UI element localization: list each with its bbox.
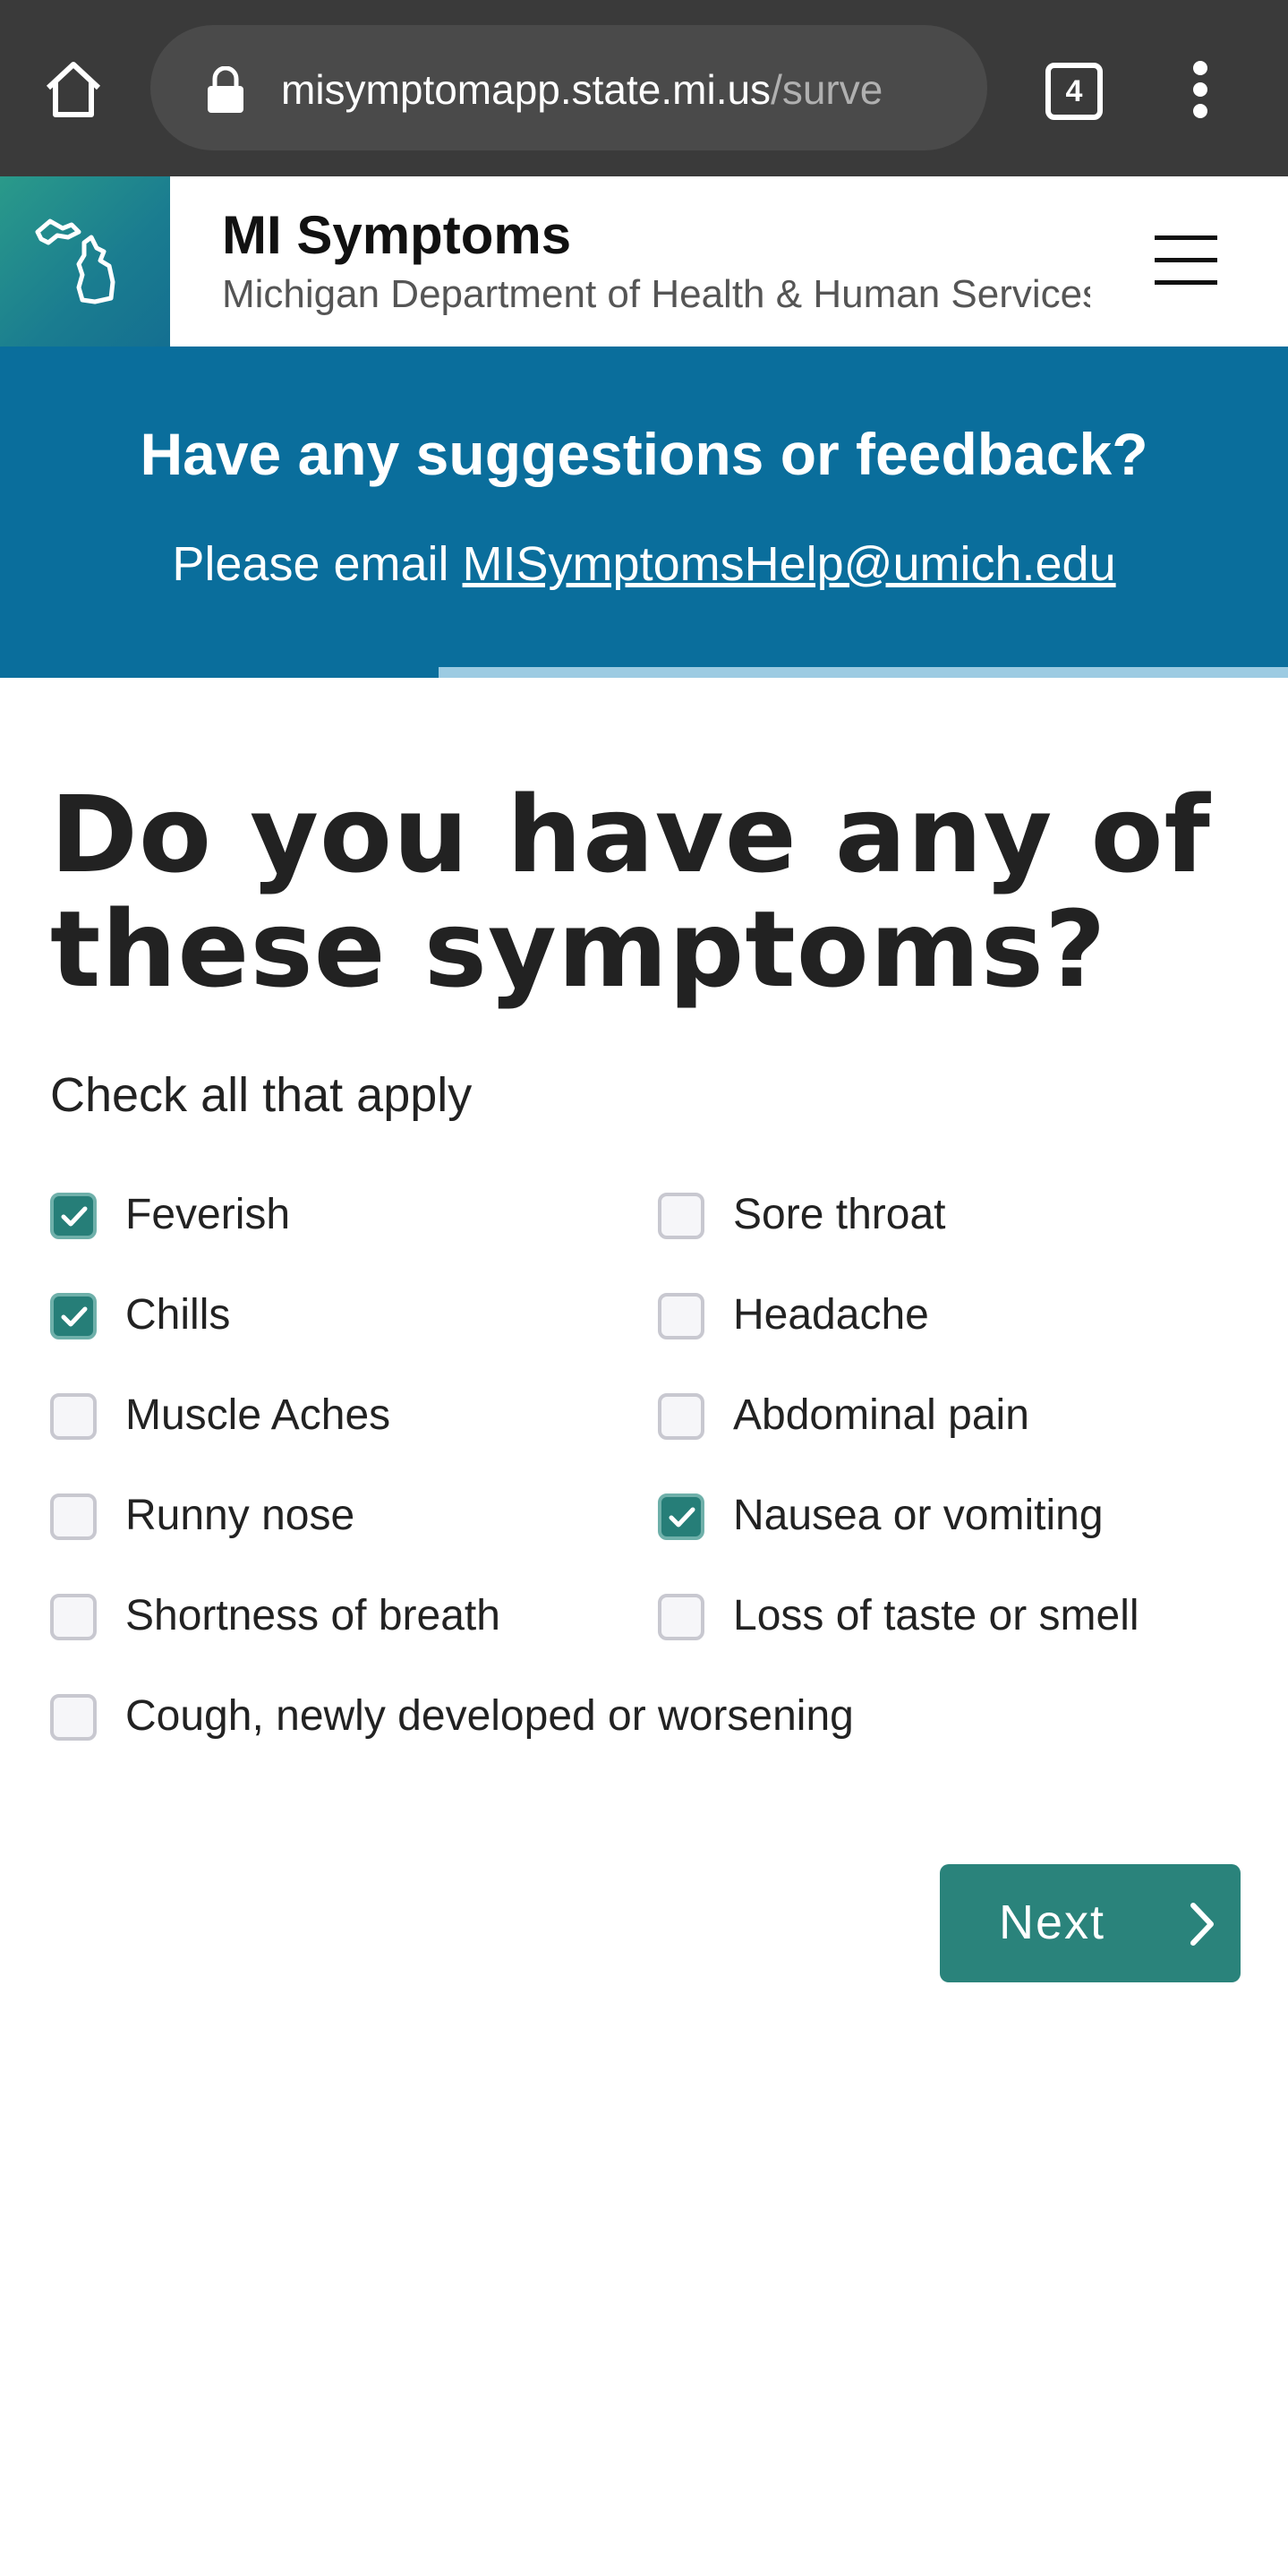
symptom-label: Muscle Aches [125,1391,391,1439]
michigan-logo[interactable] [0,176,170,347]
symptom-option[interactable]: Sore throat [658,1184,1231,1255]
more-menu-icon[interactable] [1187,61,1214,118]
symptom-option[interactable]: Nausea or vomiting [658,1485,1231,1556]
symptom-label: Loss of taste or smell [733,1592,1139,1639]
lock-icon [208,66,243,113]
url-path: /surve [771,66,883,113]
checkbox-unchecked[interactable] [50,1594,97,1640]
site-title: MI Symptoms [222,205,572,265]
feedback-email-line: Please email MISymptomsHelp@umich.edu [0,535,1288,594]
tab-switcher-button[interactable]: 4 [1045,63,1103,120]
progress-bar [439,667,1288,678]
checkmark-icon [61,1306,88,1327]
hamburger-menu-icon[interactable] [1155,235,1223,289]
symptom-option[interactable]: Headache [658,1284,1231,1356]
feedback-email-link[interactable]: MISymptomsHelp@umich.edu [463,537,1116,591]
site-subtitle: Michigan Department of Health & Human Se… [222,272,1090,316]
url-host: misymptomapp.state.mi.us [281,66,772,113]
next-button-label: Next [999,1896,1106,1949]
question-hint: Check all that apply [50,1068,473,1122]
checkmark-icon [669,1507,695,1528]
home-icon[interactable] [41,57,106,122]
checkbox-checked[interactable] [50,1193,97,1239]
symptom-option[interactable]: Muscle Aches [50,1384,623,1456]
checkbox-unchecked[interactable] [50,1694,97,1741]
browser-toolbar: misymptomapp.state.mi.us/surve 4 [0,0,1288,176]
symptom-option[interactable]: Cough, newly developed or worsening [50,1685,1214,1757]
symptom-option[interactable]: Chills [50,1284,623,1356]
symptom-label: Runny nose [125,1492,355,1539]
checkbox-unchecked[interactable] [658,1193,704,1239]
checkbox-checked[interactable] [50,1293,97,1339]
symptom-option[interactable]: Shortness of breath [50,1585,623,1656]
symptom-label: Headache [733,1291,929,1339]
symptom-label: Cough, newly developed or worsening [125,1692,854,1740]
symptom-option[interactable]: Abdominal pain [658,1384,1231,1456]
symptom-label: Feverish [125,1191,291,1238]
checkbox-unchecked[interactable] [50,1393,97,1440]
checkbox-checked[interactable] [658,1493,704,1540]
symptom-option[interactable]: Feverish [50,1184,623,1255]
feedback-banner: Have any suggestions or feedback? Please… [0,347,1288,678]
question-heading: Do you have any of these symptoms? [50,773,1211,1011]
symptom-option[interactable]: Loss of taste or smell [658,1585,1231,1656]
url-text[interactable]: misymptomapp.state.mi.us/surve [281,63,961,116]
symptom-label: Abdominal pain [733,1391,1029,1439]
email-prefix: Please email [172,537,463,591]
checkbox-unchecked[interactable] [50,1493,97,1540]
feedback-headline: Have any suggestions or feedback? [140,421,1148,487]
site-header: MI Symptoms Michigan Department of Healt… [0,176,1288,347]
symptom-label: Nausea or vomiting [733,1492,1104,1539]
checkbox-unchecked[interactable] [658,1594,704,1640]
symptom-label: Sore throat [733,1191,946,1238]
symptom-label: Shortness of breath [125,1592,500,1639]
symptom-label: Chills [125,1291,231,1339]
symptom-option[interactable]: Runny nose [50,1485,623,1556]
checkmark-icon [61,1206,88,1227]
next-button[interactable]: Next [940,1864,1241,1982]
chevron-right-icon [1190,1903,1214,1946]
michigan-map-icon [35,218,115,304]
checkbox-unchecked[interactable] [658,1293,704,1339]
checkbox-unchecked[interactable] [658,1393,704,1440]
